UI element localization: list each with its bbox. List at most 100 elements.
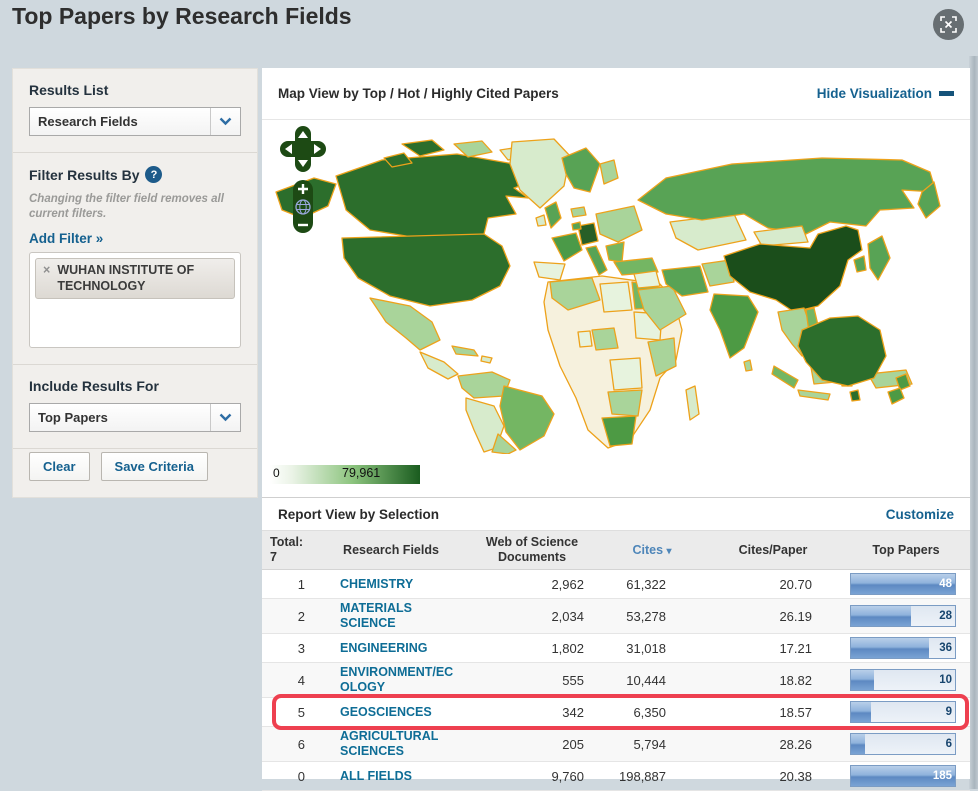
results-list-dropdown[interactable]: Research Fields [29,107,241,136]
fullscreen-icon [940,16,957,33]
top-papers-value: 185 [932,770,952,782]
country-ghana[interactable] [577,330,593,348]
region-central-america[interactable] [419,351,459,380]
row-cites: 198,887 [619,768,666,784]
country-india[interactable] [709,293,759,359]
country-hispaniola[interactable] [480,355,493,364]
country-japan[interactable] [867,235,891,281]
country-nigeria[interactable] [591,327,619,351]
row-cites-per-paper: 18.82 [779,672,812,688]
arctic-island[interactable] [401,139,445,157]
country-usa[interactable] [341,233,511,307]
remove-filter-icon[interactable]: × [43,263,50,294]
country-brazil[interactable] [499,385,555,451]
filter-tag[interactable]: × WUHAN INSTITUTE OF TECHNOLOGY [35,257,235,300]
island-sumatra[interactable] [771,365,799,389]
row-cites-per-paper: 20.70 [779,576,812,592]
country-south-korea[interactable] [853,255,867,273]
sidebar-actions: Clear Save Criteria [13,449,257,497]
hide-visualization-link[interactable]: Hide Visualization [817,86,954,101]
island-java[interactable] [797,389,831,401]
country-iceland[interactable] [570,206,587,218]
world-map[interactable] [262,134,970,454]
sidebar: Results List Research Fields Filter Resu… [12,68,258,498]
top-papers-bar: 48 [850,573,956,595]
country-canada[interactable] [335,153,533,239]
research-field-link[interactable]: AGRICULTURAL SCIENCES [318,729,462,759]
top-papers-bar-fill [851,734,865,754]
top-papers-value: 9 [945,706,952,718]
map-controls [280,126,326,233]
research-field-link[interactable]: ENVIRONMENT/ECOLOGY [318,665,462,695]
top-papers-bar-fill [851,606,912,626]
country-sri-lanka[interactable] [743,359,753,372]
column-header-cites[interactable]: Cites ▾ [600,539,704,562]
country-libya[interactable] [599,281,633,313]
report-table-body: 1 CHEMISTRY 2,962 61,322 20.70 48 2 MATE… [262,570,970,791]
include-results-dropdown-value: Top Papers [38,409,108,425]
research-field-link[interactable]: ENGINEERING [318,641,462,656]
country-france[interactable] [551,232,583,262]
include-results-dropdown[interactable]: Top Papers [29,402,241,432]
column-header-research-fields[interactable]: Research Fields [318,539,464,562]
customize-link[interactable]: Customize [886,507,954,522]
column-header-top-papers[interactable]: Top Papers [842,539,970,562]
results-list-heading: Results List [29,82,109,98]
row-rank: 0 [297,768,305,784]
table-header-row: Total: 7 Research Fields Web of Science … [262,530,970,570]
research-field-link[interactable]: ALL FIELDS [318,769,462,784]
column-header-wos-documents[interactable]: Web of Science Documents [464,531,600,569]
top-papers-bar: 185 [850,765,956,787]
country-spain[interactable] [533,261,566,281]
top-papers-value: 48 [939,578,952,590]
region-eastern-europe[interactable] [595,205,643,243]
top-papers-bar: 6 [850,733,956,755]
page-scrollbar[interactable] [969,56,978,789]
row-rank: 2 [297,608,305,624]
country-cuba[interactable] [451,345,479,357]
region-iraq-syria[interactable] [633,270,661,289]
legend-max-value: 79,961 [342,466,381,480]
row-cites: 6,350 [633,704,666,720]
page-title: Top Papers by Research Fields [12,3,352,29]
country-benelux[interactable] [571,221,582,231]
research-field-link[interactable]: CHEMISTRY [318,577,462,592]
chevron-down-icon [210,108,240,135]
minus-icon [939,91,954,96]
row-documents: 1,802 [551,640,584,656]
research-field-link[interactable]: MATERIALS SCIENCE [318,601,462,631]
row-cites-per-paper: 17.21 [779,640,812,656]
country-congo[interactable] [609,357,643,391]
island-tasmania[interactable] [849,389,861,402]
help-icon[interactable]: ? [145,166,163,183]
region-angola-zambia[interactable] [607,389,643,417]
row-cites: 10,444 [626,672,666,688]
save-criteria-button[interactable]: Save Criteria [100,451,209,481]
research-field-link[interactable]: GEOSCIENCES [318,705,462,720]
globe-icon[interactable] [295,199,311,215]
legend-min-value: 0 [273,466,280,480]
row-rank: 3 [297,640,305,656]
top-papers-bar-fill [851,638,929,658]
country-finland[interactable] [599,159,619,185]
column-header-cites-per-paper[interactable]: Cites/Paper [704,539,842,562]
country-italy[interactable] [585,245,608,276]
row-cites-per-paper: 26.19 [779,608,812,624]
country-australia[interactable] [797,315,887,387]
country-madagascar[interactable] [685,385,700,421]
country-mongolia[interactable] [753,225,809,247]
country-uk[interactable] [544,201,562,229]
table-row: 1 CHEMISTRY 2,962 61,322 20.70 48 [262,570,970,599]
country-new-zealand[interactable] [887,387,905,405]
filter-heading: Filter Results By [29,166,140,183]
row-rank: 1 [297,576,305,592]
region-balkans[interactable] [605,241,625,263]
country-ireland[interactable] [535,214,547,227]
row-cites-per-paper: 28.26 [779,736,812,752]
row-documents: 342 [562,704,584,720]
top-papers-bar: 10 [850,669,956,691]
row-documents: 9,760 [551,768,584,784]
fullscreen-button[interactable] [933,9,964,40]
clear-button[interactable]: Clear [29,451,90,481]
add-filter-link[interactable]: Add Filter » [29,231,103,246]
